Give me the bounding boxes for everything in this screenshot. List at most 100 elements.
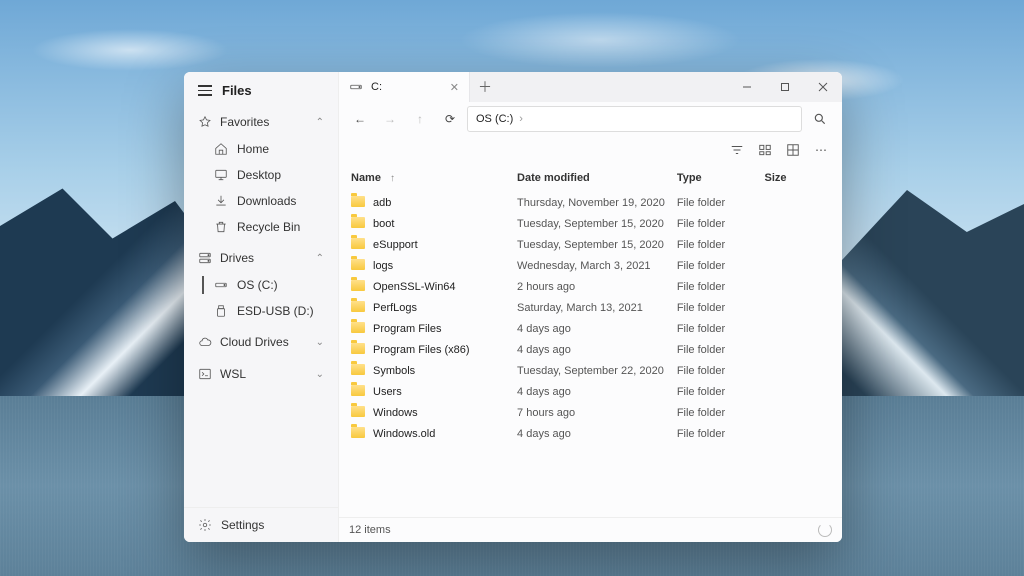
titlebar: C: ✕ ＋ (339, 72, 842, 102)
cell-size (759, 339, 837, 360)
window-minimize-button[interactable] (728, 72, 766, 102)
sidebar-item-drive-d[interactable]: ESD-USB (D:) (184, 298, 338, 324)
nav-refresh-button[interactable]: ⟳ (437, 106, 463, 132)
table-row[interactable]: Users4 days agoFile folder (345, 381, 836, 402)
layout-button[interactable] (780, 139, 806, 161)
hamburger-menu-button[interactable] (198, 85, 212, 96)
cell-name: adb (345, 192, 511, 213)
sidebar-heading-drives[interactable]: Drives ⌃ (184, 244, 338, 272)
address-bar[interactable]: OS (C:) › (467, 106, 802, 132)
sidebar-heading-wsl[interactable]: WSL ⌄ (184, 360, 338, 388)
cell-size (759, 213, 837, 234)
sidebar-section-favorites: Favorites ⌃ Home Desktop Downloads (184, 106, 338, 242)
settings-label: Settings (221, 518, 264, 532)
folder-icon (351, 238, 365, 249)
cell-date: 4 days ago (511, 423, 671, 444)
cell-type: File folder (671, 255, 759, 276)
sidebar-item-label: OS (C:) (237, 278, 278, 292)
file-list[interactable]: Name ↑ Date modified Type Size adbThursd… (339, 164, 842, 517)
nav-up-button[interactable]: ↑ (407, 106, 433, 132)
cell-date: Thursday, November 19, 2020 (511, 192, 671, 213)
sidebar-item-downloads[interactable]: Downloads (184, 188, 338, 214)
desktop-icon (214, 168, 228, 182)
cell-date: 4 days ago (511, 339, 671, 360)
cell-name: eSupport (345, 234, 511, 255)
table-row[interactable]: PerfLogsSaturday, March 13, 2021File fol… (345, 297, 836, 318)
main-panel: C: ✕ ＋ ← → ↑ ⟳ (339, 72, 842, 542)
cell-name: Windows.old (345, 423, 511, 444)
table-row[interactable]: OpenSSL-Win642 hours agoFile folder (345, 276, 836, 297)
drive-stack-icon (198, 251, 212, 265)
window-close-button[interactable] (804, 72, 842, 102)
chevron-down-icon: ⌄ (316, 369, 324, 380)
sidebar-item-label: Desktop (237, 168, 281, 182)
cell-date: 4 days ago (511, 381, 671, 402)
desktop-wallpaper: Files Favorites ⌃ Home Desktop (0, 0, 1024, 576)
sidebar-section-wsl: WSL ⌄ (184, 358, 338, 390)
recycle-icon (214, 220, 228, 234)
column-header-type[interactable]: Type (671, 164, 759, 192)
sidebar-section-cloud: Cloud Drives ⌄ (184, 326, 338, 358)
cell-name: logs (345, 255, 511, 276)
table-row[interactable]: eSupportTuesday, September 15, 2020File … (345, 234, 836, 255)
tab-close-button[interactable]: ✕ (450, 81, 459, 94)
cell-size (759, 297, 837, 318)
download-icon (214, 194, 228, 208)
navigation-bar: ← → ↑ ⟳ OS (C:) › (339, 102, 842, 136)
sidebar-heading-cloud[interactable]: Cloud Drives ⌄ (184, 328, 338, 356)
tab-active[interactable]: C: ✕ (339, 72, 470, 102)
sidebar-heading-label: Favorites (220, 115, 269, 129)
cell-size (759, 360, 837, 381)
sidebar-item-label: Recycle Bin (237, 220, 300, 234)
new-tab-button[interactable]: ＋ (470, 72, 500, 102)
terminal-icon (198, 367, 212, 381)
sidebar-heading-label: Drives (220, 251, 254, 265)
cell-type: File folder (671, 276, 759, 297)
sidebar-item-desktop[interactable]: Desktop (184, 162, 338, 188)
sidebar-item-label: Downloads (237, 194, 296, 208)
folder-icon (351, 196, 365, 207)
filter-button[interactable] (724, 139, 750, 161)
sidebar-item-home[interactable]: Home (184, 136, 338, 162)
column-header-size[interactable]: Size (759, 164, 837, 192)
table-row[interactable]: logsWednesday, March 3, 2021File folder (345, 255, 836, 276)
table-row[interactable]: Windows.old4 days agoFile folder (345, 423, 836, 444)
cell-type: File folder (671, 423, 759, 444)
cell-size (759, 318, 837, 339)
window-maximize-button[interactable] (766, 72, 804, 102)
sidebar-heading-favorites[interactable]: Favorites ⌃ (184, 108, 338, 136)
nav-back-button[interactable]: ← (347, 106, 373, 132)
column-header-name[interactable]: Name ↑ (345, 164, 511, 192)
search-button[interactable] (806, 106, 834, 132)
cloud-icon (198, 335, 212, 349)
table-row[interactable]: bootTuesday, September 15, 2020File fold… (345, 213, 836, 234)
cell-size (759, 234, 837, 255)
usb-icon (214, 304, 228, 318)
cell-size (759, 276, 837, 297)
folder-icon (351, 301, 365, 312)
cell-date: Tuesday, September 15, 2020 (511, 234, 671, 255)
column-header-date[interactable]: Date modified (511, 164, 671, 192)
table-row[interactable]: SymbolsTuesday, September 22, 2020File f… (345, 360, 836, 381)
folder-icon (351, 343, 365, 354)
more-options-button[interactable]: ⋯ (808, 139, 834, 161)
breadcrumb-root[interactable]: OS (C:) (476, 113, 513, 125)
cell-date: 7 hours ago (511, 402, 671, 423)
nav-forward-button[interactable]: → (377, 106, 403, 132)
cell-type: File folder (671, 297, 759, 318)
sort-ascending-icon: ↑ (390, 173, 395, 184)
drive-icon (214, 278, 228, 292)
tab-label: C: (371, 81, 382, 93)
sidebar-item-recycle-bin[interactable]: Recycle Bin (184, 214, 338, 240)
folder-icon (351, 259, 365, 270)
table-row[interactable]: Program Files4 days agoFile folder (345, 318, 836, 339)
sidebar-item-settings[interactable]: Settings (184, 507, 338, 542)
grouping-button[interactable] (752, 139, 778, 161)
sidebar-item-drive-c[interactable]: OS (C:) (184, 272, 338, 298)
table-row[interactable]: Program Files (x86)4 days agoFile folder (345, 339, 836, 360)
cell-size (759, 423, 837, 444)
table-row[interactable]: adbThursday, November 19, 2020File folde… (345, 192, 836, 213)
cell-name: PerfLogs (345, 297, 511, 318)
table-row[interactable]: Windows7 hours agoFile folder (345, 402, 836, 423)
drive-icon (349, 80, 363, 94)
